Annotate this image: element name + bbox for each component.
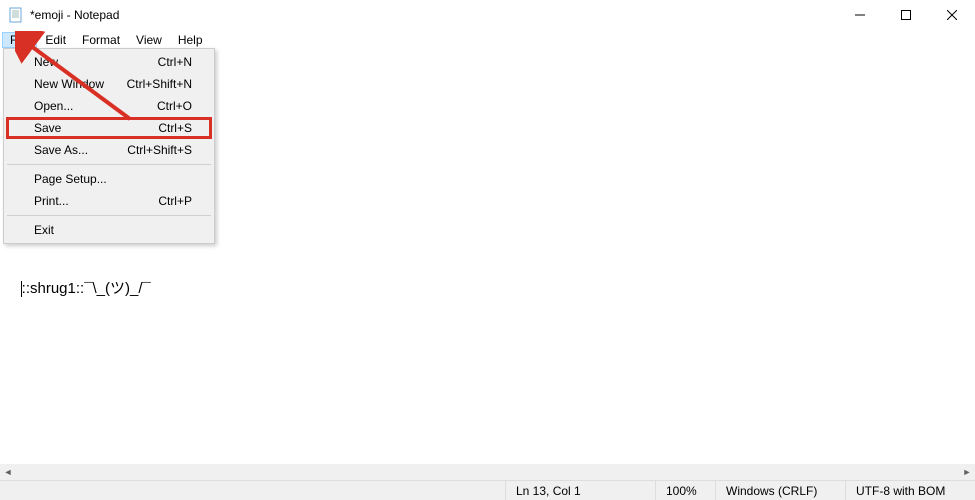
- menu-label: Page Setup...: [34, 172, 107, 186]
- menu-shortcut: Ctrl+N: [158, 55, 192, 69]
- menu-edit[interactable]: Edit: [37, 32, 74, 48]
- window-title: *emoji - Notepad: [30, 8, 837, 22]
- menu-label: Save: [34, 121, 61, 135]
- maximize-button[interactable]: [883, 0, 929, 30]
- scroll-right-icon[interactable]: ►: [959, 464, 975, 480]
- notepad-icon: [8, 7, 24, 23]
- menu-file[interactable]: File: [2, 32, 37, 48]
- file-dropdown: New Ctrl+N New Window Ctrl+Shift+N Open.…: [3, 48, 215, 244]
- menu-open[interactable]: Open... Ctrl+O: [6, 95, 212, 117]
- menu-save-as[interactable]: Save As... Ctrl+Shift+S: [6, 139, 212, 161]
- status-zoom: 100%: [655, 481, 715, 500]
- close-button[interactable]: [929, 0, 975, 30]
- menu-label: New Window: [34, 77, 104, 91]
- menu-new[interactable]: New Ctrl+N: [6, 51, 212, 73]
- menu-label: Print...: [34, 194, 69, 208]
- status-bar: Ln 13, Col 1 100% Windows (CRLF) UTF-8 w…: [0, 480, 975, 500]
- menu-label: Save As...: [34, 143, 88, 157]
- menu-exit[interactable]: Exit: [6, 219, 212, 241]
- menu-bar: File Edit Format View Help: [0, 30, 975, 50]
- window-controls: [837, 0, 975, 30]
- status-encoding: UTF-8 with BOM: [845, 481, 975, 500]
- minimize-button[interactable]: [837, 0, 883, 30]
- scroll-left-icon[interactable]: ◄: [0, 464, 16, 480]
- menu-label: Exit: [34, 223, 54, 237]
- menu-shortcut: Ctrl+Shift+N: [127, 77, 192, 91]
- title-bar: *emoji - Notepad: [0, 0, 975, 30]
- menu-save[interactable]: Save Ctrl+S: [6, 117, 212, 139]
- menu-print[interactable]: Print... Ctrl+P: [6, 190, 212, 212]
- menu-label: New: [34, 55, 58, 69]
- menu-shortcut: Ctrl+P: [158, 194, 192, 208]
- editor-text: ::shrug1::¯\_(ツ)_/¯: [22, 280, 151, 297]
- status-position: Ln 13, Col 1: [505, 481, 655, 500]
- menu-separator: [7, 164, 211, 165]
- menu-page-setup[interactable]: Page Setup...: [6, 168, 212, 190]
- menu-separator: [7, 215, 211, 216]
- menu-label: Open...: [34, 99, 73, 113]
- menu-format[interactable]: Format: [74, 32, 128, 48]
- menu-shortcut: Ctrl+O: [157, 99, 192, 113]
- menu-shortcut: Ctrl+Shift+S: [127, 143, 192, 157]
- menu-shortcut: Ctrl+S: [158, 121, 192, 135]
- horizontal-scrollbar[interactable]: ◄ ►: [0, 464, 975, 480]
- menu-view[interactable]: View: [128, 32, 170, 48]
- status-line-ending: Windows (CRLF): [715, 481, 845, 500]
- menu-new-window[interactable]: New Window Ctrl+Shift+N: [6, 73, 212, 95]
- menu-help[interactable]: Help: [170, 32, 211, 48]
- status-spacer: [0, 481, 505, 500]
